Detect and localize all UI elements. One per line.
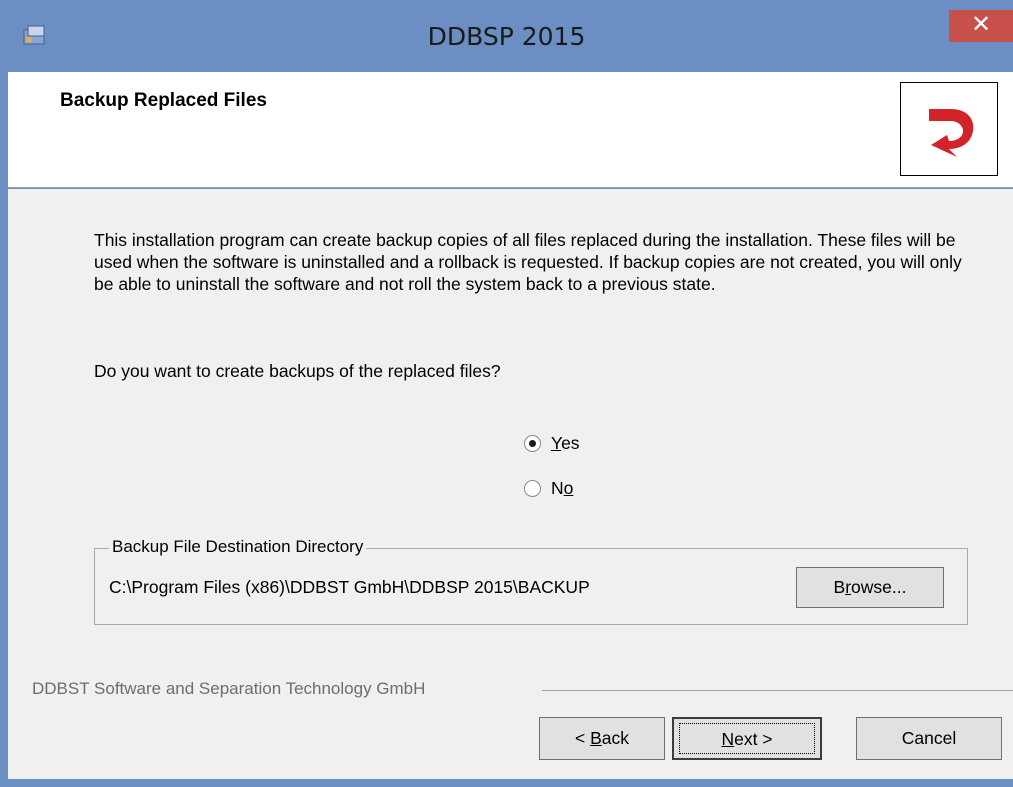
browse-button[interactable]: Browse...: [796, 567, 944, 608]
backup-path: C:\Program Files (x86)\DDBST GmbH\DDBSP …: [109, 577, 590, 597]
radio-no-label: No: [551, 478, 574, 498]
radio-yes[interactable]: Yes: [524, 433, 580, 454]
group-legend: Backup File Destination Directory: [109, 537, 367, 557]
ddbst-logo-icon: [929, 109, 974, 157]
next-button[interactable]: Next >: [672, 717, 822, 760]
title-bar[interactable]: DDBSP 2015 ✕: [0, 0, 1013, 72]
footer-divider: [542, 690, 1013, 691]
close-icon: ✕: [970, 11, 992, 38]
cancel-button[interactable]: Cancel: [856, 717, 1002, 760]
installer-window: DDBSP 2015 ✕ Backup Replaced Files This …: [0, 0, 1013, 787]
focus-rectangle: [679, 723, 815, 754]
wizard-header: Backup Replaced Files: [8, 72, 1013, 188]
back-button[interactable]: < Back: [539, 717, 665, 760]
close-button[interactable]: ✕: [949, 10, 1013, 42]
radio-no-indicator[interactable]: [524, 480, 541, 497]
radio-yes-label: Yes: [551, 433, 580, 453]
radio-yes-indicator[interactable]: [524, 435, 541, 452]
window-title: DDBSP 2015: [427, 22, 586, 51]
wizard-content: This installation program can create bac…: [8, 189, 1013, 779]
radio-no[interactable]: No: [524, 478, 573, 499]
page-title: Backup Replaced Files: [60, 90, 267, 111]
ddbst-logo: [900, 82, 998, 176]
description-text: This installation program can create bac…: [94, 230, 962, 294]
backup-directory-group: Backup File Destination Directory C:\Pro…: [94, 537, 968, 625]
vendor-label: DDBST Software and Separation Technology…: [32, 679, 426, 698]
backup-question: Do you want to create backups of the rep…: [94, 361, 501, 381]
